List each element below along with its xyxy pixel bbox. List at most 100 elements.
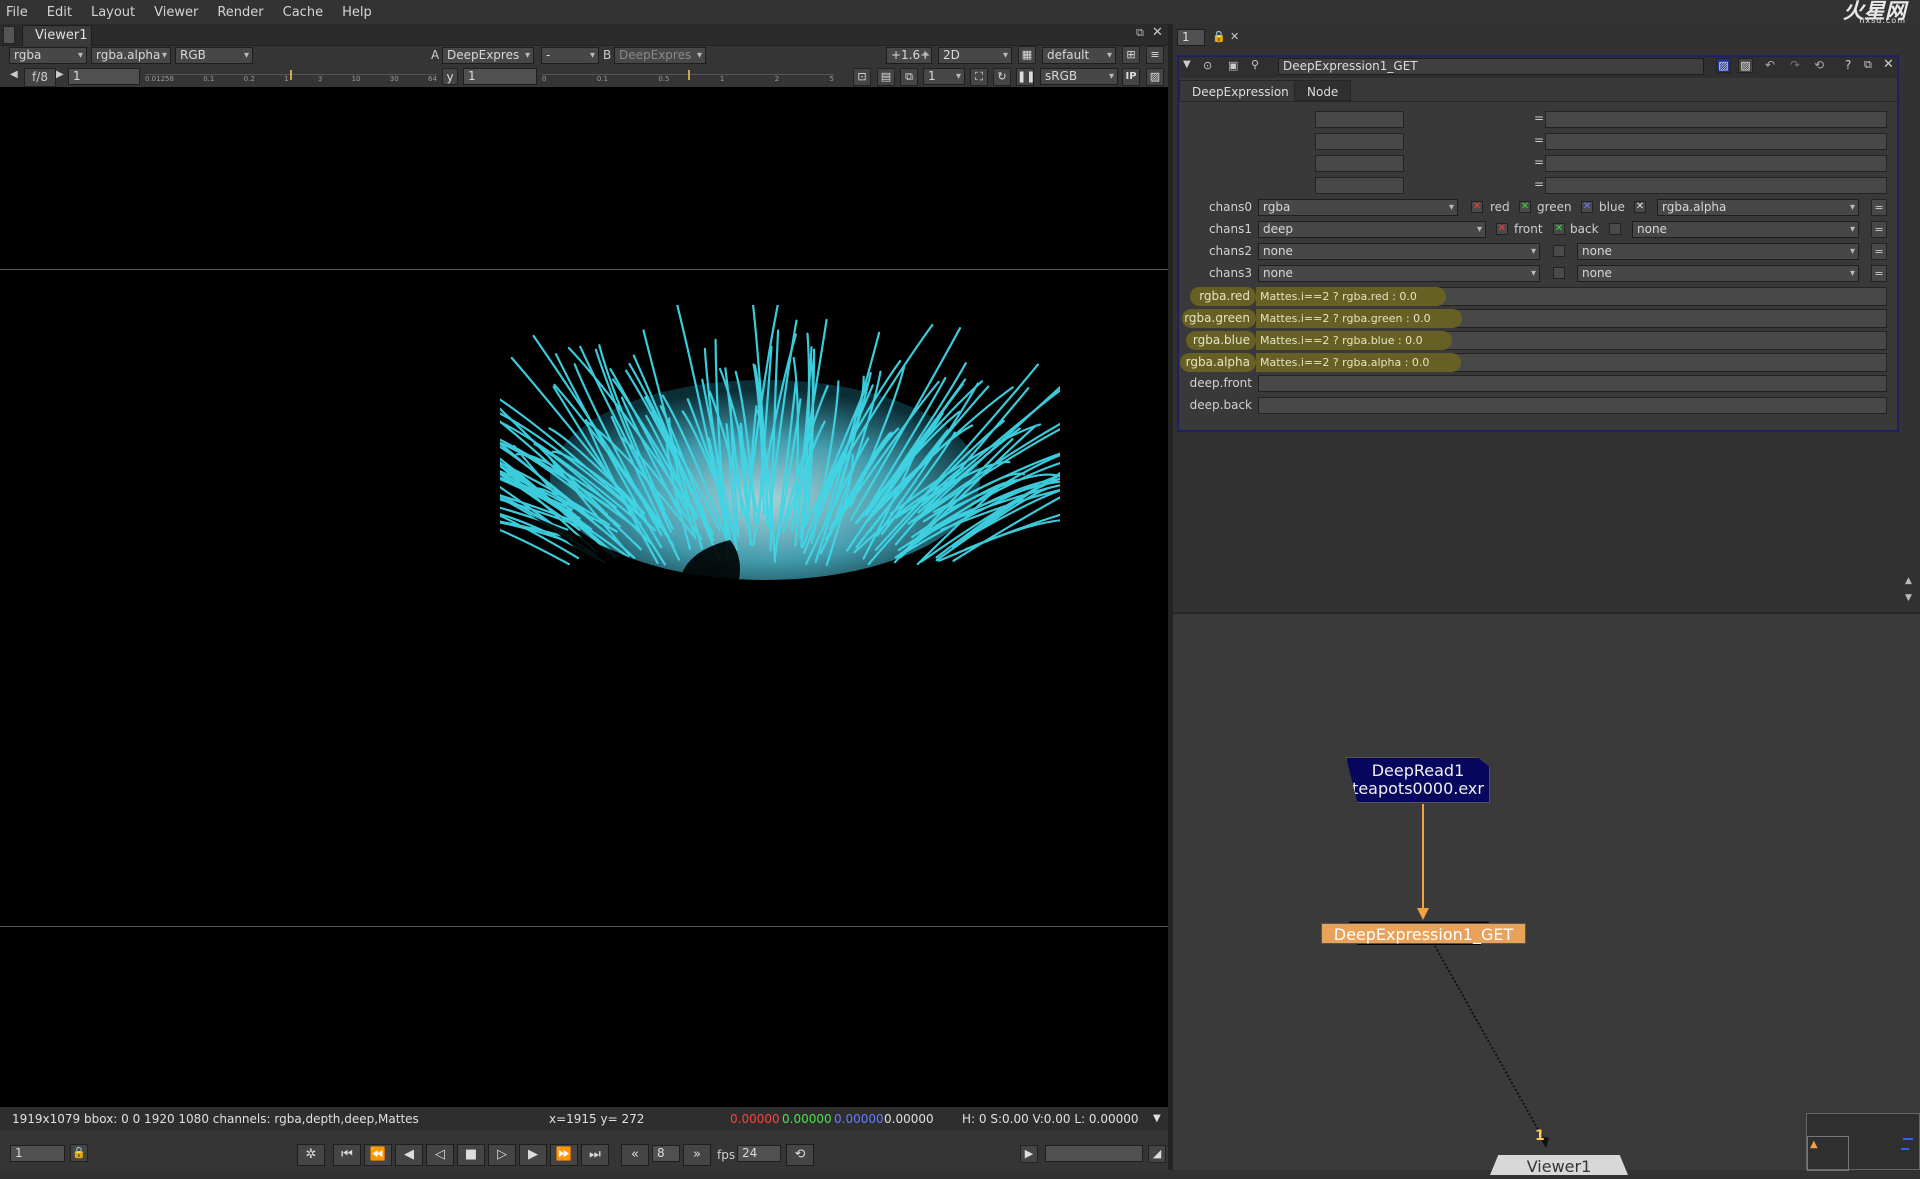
frame-range-input[interactable]: [1045, 1145, 1143, 1162]
chans0-blue-checkbox[interactable]: ✕: [1581, 201, 1593, 213]
expr-alpha-value[interactable]: Mattes.i==2 ? rgba.alpha : 0.0: [1256, 353, 1461, 372]
redo-icon[interactable]: ↷: [1790, 58, 1800, 72]
clip-warning-icon[interactable]: ⊡: [853, 68, 871, 86]
undo-icon[interactable]: ↶: [1765, 58, 1775, 72]
deep-front-field[interactable]: [1258, 375, 1887, 392]
chans3-extra-checkbox[interactable]: [1553, 267, 1565, 279]
compare-op-dropdown[interactable]: -: [541, 47, 599, 64]
menu-viewer[interactable]: Viewer: [154, 5, 198, 20]
close-pane-icon[interactable]: ✕: [1152, 25, 1163, 40]
chans2-extra-checkbox[interactable]: [1553, 245, 1565, 257]
step-back-button[interactable]: «: [621, 1144, 649, 1166]
chans2-extra-dropdown[interactable]: none: [1577, 243, 1859, 260]
fstop-decrease-icon[interactable]: ◀: [10, 69, 18, 80]
colorspace-dropdown[interactable]: sRGB: [1040, 68, 1118, 85]
chans2-link-button[interactable]: =: [1871, 243, 1887, 260]
chans0-green-checkbox[interactable]: ✕: [1519, 201, 1531, 213]
refresh-icon[interactable]: ↻: [993, 68, 1011, 86]
menu-layout[interactable]: Layout: [91, 5, 135, 20]
close-panel-icon[interactable]: ✕: [1883, 57, 1894, 72]
lut-dropdown[interactable]: default: [1042, 47, 1116, 64]
chans1-extra-dropdown[interactable]: none: [1632, 221, 1859, 238]
next-frame-button[interactable]: ▶: [519, 1144, 547, 1166]
chans3-link-button[interactable]: =: [1871, 265, 1887, 282]
bookmark-icon[interactable]: ✲: [297, 1144, 325, 1166]
render-region-icon[interactable]: ⛶: [970, 68, 988, 86]
zoom-dropdown[interactable]: +1.6+: [886, 47, 932, 64]
menu-render[interactable]: Render: [217, 5, 263, 20]
first-frame-button[interactable]: ⏮: [333, 1144, 361, 1166]
node-color-icon[interactable]: ▨: [1716, 58, 1731, 73]
gain-slider-handle[interactable]: [290, 70, 292, 80]
chans3-layer-dropdown[interactable]: none: [1258, 265, 1540, 282]
prev-frame-button[interactable]: ◀: [395, 1144, 423, 1166]
stop-button[interactable]: ■: [457, 1144, 485, 1166]
chans1-front-checkbox[interactable]: ✕: [1496, 223, 1508, 235]
prev-keyframe-button[interactable]: ⏪: [364, 1144, 392, 1166]
node-deepread1[interactable]: DeepRead1 teapots0000.exr: [1346, 757, 1490, 803]
tile-color-icon[interactable]: ▨: [1738, 58, 1753, 73]
expr-blue-value[interactable]: Mattes.i==2 ? rgba.blue : 0.0: [1256, 331, 1452, 350]
alpha-channel-dropdown[interactable]: rgba.alpha: [91, 47, 171, 64]
float-panel-icon[interactable]: ⧉: [1864, 58, 1872, 72]
temp-name-2[interactable]: [1315, 133, 1404, 150]
chans0-red-checkbox[interactable]: ✕: [1471, 201, 1483, 213]
display-mode-dropdown[interactable]: RGB: [175, 47, 253, 64]
gamma-slider-handle[interactable]: [688, 70, 690, 80]
tab-viewer1[interactable]: Viewer1: [22, 25, 92, 46]
menu-file[interactable]: File: [6, 5, 28, 20]
menu-edit[interactable]: Edit: [47, 5, 72, 20]
expr-green-value[interactable]: Mattes.i==2 ? rgba.green : 0.0: [1256, 309, 1462, 328]
navigator-minimap[interactable]: ▲: [1806, 1113, 1920, 1171]
node-name-field[interactable]: DeepExpression1_GET: [1278, 58, 1704, 75]
chans0-layer-dropdown[interactable]: rgba: [1258, 199, 1458, 216]
revert-icon[interactable]: ⟲: [1814, 58, 1824, 72]
expr-red-value[interactable]: Mattes.i==2 ? rgba.red : 0.0: [1256, 287, 1446, 306]
menu-cache[interactable]: Cache: [283, 5, 323, 20]
max-panels-input[interactable]: 1: [1177, 29, 1205, 46]
temp-expr-1[interactable]: [1545, 111, 1887, 128]
view-mode-dropdown[interactable]: 2D: [938, 47, 1012, 64]
group-icon[interactable]: ⚲: [1251, 58, 1259, 71]
float-pane-icon[interactable]: ⧉: [1136, 26, 1144, 40]
temp-expr-4[interactable]: [1545, 177, 1887, 194]
current-frame-input[interactable]: 1: [10, 1145, 65, 1162]
tab-deepexpression[interactable]: DeepExpression: [1179, 80, 1302, 101]
chans1-extra-checkbox[interactable]: [1609, 223, 1621, 235]
collapse-icon[interactable]: ▼: [1183, 59, 1191, 70]
scroll-down-icon[interactable]: ▼: [1905, 593, 1912, 603]
tab-node[interactable]: Node: [1294, 80, 1352, 101]
pane-menu-icon[interactable]: [3, 26, 15, 44]
playback-range-icon[interactable]: ▶: [1020, 1145, 1038, 1163]
pause-icon[interactable]: ❚❚: [1016, 68, 1035, 86]
proxy-dropdown[interactable]: 1: [923, 68, 965, 85]
minimap-viewport[interactable]: ▲: [1807, 1136, 1849, 1171]
roi-icon[interactable]: ⊞: [1122, 46, 1140, 64]
lock-panel-icon[interactable]: 🔒: [1212, 30, 1226, 43]
timeline-menu-icon[interactable]: ◢: [1148, 1145, 1166, 1163]
lock-icon[interactable]: 🔒: [70, 1144, 88, 1162]
play-forward-button[interactable]: ▷: [488, 1144, 516, 1166]
chans1-layer-dropdown[interactable]: deep: [1258, 221, 1486, 238]
step-size-input[interactable]: 8: [652, 1145, 680, 1162]
proxy-icon[interactable]: ⧉: [900, 68, 918, 86]
channels-dropdown[interactable]: rgba: [9, 47, 87, 64]
play-backward-button[interactable]: ◁: [426, 1144, 454, 1166]
viewer-menu-icon[interactable]: ≡: [1146, 46, 1164, 64]
viewer-node-icon[interactable]: ⊙: [1203, 59, 1212, 72]
node-deepexpression1-get[interactable]: DeepExpression1_GET: [1321, 923, 1526, 944]
temp-name-4[interactable]: [1315, 177, 1404, 194]
temp-expr-3[interactable]: [1545, 155, 1887, 172]
input-process-button[interactable]: IP: [1122, 68, 1140, 86]
deep-back-field[interactable]: [1258, 397, 1887, 414]
chans1-back-checkbox[interactable]: ✕: [1553, 223, 1565, 235]
fps-input[interactable]: 24: [737, 1145, 781, 1162]
temp-name-1[interactable]: [1315, 111, 1404, 128]
status-menu-icon[interactable]: ▼: [1153, 1107, 1161, 1131]
node-viewer1[interactable]: Viewer1: [1490, 1155, 1628, 1175]
fstop-value[interactable]: f/8: [24, 68, 56, 87]
gain-input[interactable]: 1: [68, 68, 140, 85]
input-b-dropdown[interactable]: DeepExpres: [614, 47, 706, 64]
temp-expr-2[interactable]: [1545, 133, 1887, 150]
input-a-dropdown[interactable]: DeepExpres: [442, 47, 534, 64]
